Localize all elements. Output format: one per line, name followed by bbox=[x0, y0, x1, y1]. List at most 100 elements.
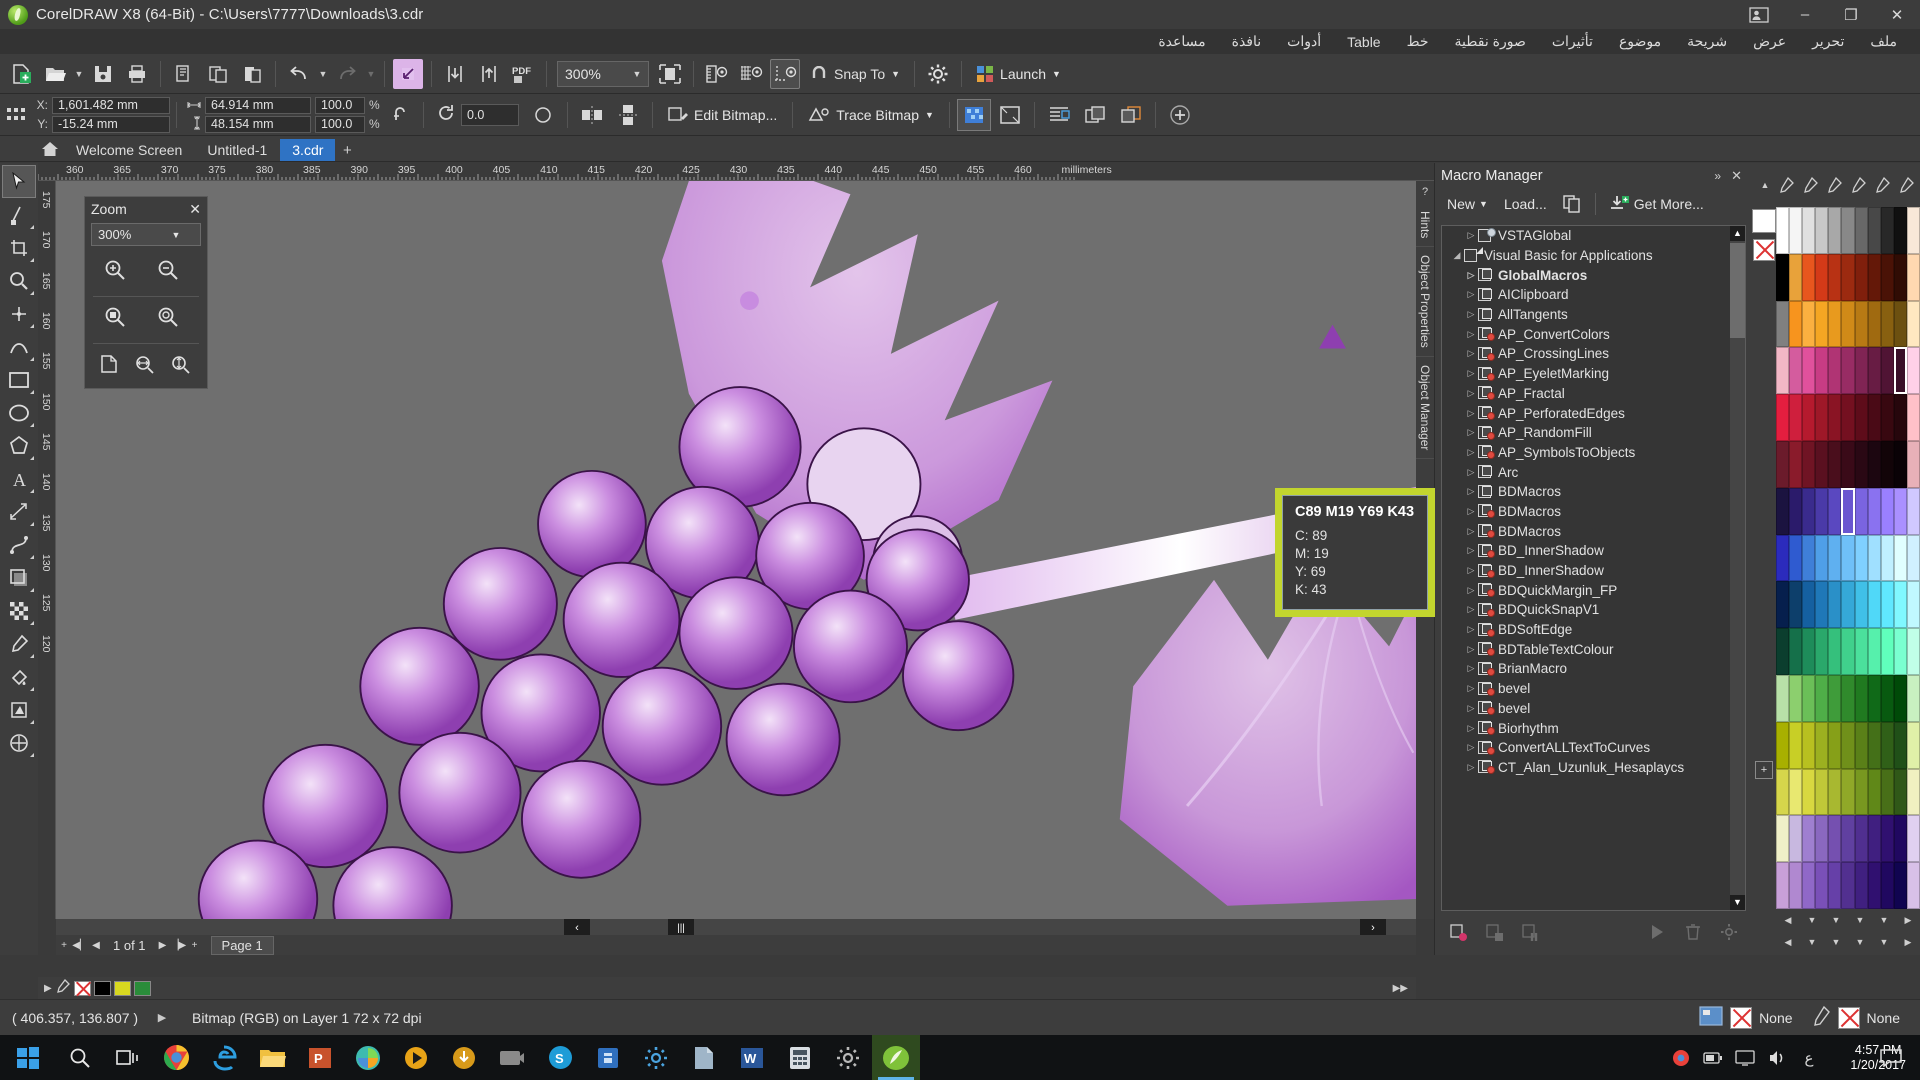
side-tab-hints[interactable]: Hints bbox=[1416, 203, 1434, 248]
macro-list-item[interactable]: ▷ AP_PerforatedEdges bbox=[1442, 403, 1745, 423]
macro-expand-arrow-icon[interactable]: ▷ bbox=[1464, 644, 1478, 655]
palette-swatch[interactable] bbox=[1802, 768, 1816, 816]
palette-swatch[interactable] bbox=[1880, 768, 1894, 816]
macro-expand-arrow-icon[interactable]: ▷ bbox=[1464, 289, 1478, 300]
macro-expand-arrow-icon[interactable]: ▷ bbox=[1464, 388, 1478, 399]
palette-swatch[interactable] bbox=[1815, 253, 1829, 301]
tool-interactive-fill[interactable] bbox=[2, 660, 36, 693]
macro-list-item[interactable]: ▷ AP_EyeletMarking bbox=[1442, 364, 1745, 384]
palette-down-6-icon[interactable]: ▼ bbox=[1824, 937, 1848, 947]
palette-swatch[interactable] bbox=[1828, 207, 1842, 254]
macro-expand-arrow-icon[interactable]: ▷ bbox=[1464, 585, 1478, 596]
new-document-icon[interactable] bbox=[6, 59, 36, 89]
palette-swatch[interactable] bbox=[1906, 768, 1920, 816]
palette-swatch[interactable] bbox=[1867, 768, 1881, 816]
palette-swatch[interactable] bbox=[1802, 300, 1816, 348]
palette-swatch[interactable] bbox=[1828, 534, 1842, 582]
trace-bitmap-button[interactable]: Trace Bitmap ▼ bbox=[799, 100, 943, 130]
palette-swatch[interactable] bbox=[1815, 628, 1829, 675]
ime-icon[interactable]: ع bbox=[1794, 1035, 1824, 1080]
palette-down-2-icon[interactable]: ▼ bbox=[1824, 915, 1848, 925]
store-icon[interactable] bbox=[584, 1035, 632, 1080]
palette-swatch[interactable] bbox=[1802, 721, 1816, 769]
zoom-in-icon[interactable] bbox=[93, 254, 137, 286]
edit-bitmap-button[interactable]: Edit Bitmap... bbox=[659, 100, 786, 130]
palette-swatch[interactable] bbox=[1854, 581, 1868, 629]
palette-swatch[interactable] bbox=[1854, 440, 1868, 488]
palette-swatch[interactable] bbox=[1802, 394, 1816, 441]
status-expand-icon[interactable]: ▶ bbox=[150, 1011, 174, 1024]
palette-swatch[interactable] bbox=[1841, 628, 1855, 675]
palette-swatch[interactable] bbox=[1828, 487, 1842, 535]
tool-pick[interactable] bbox=[2, 165, 36, 198]
macro-expand-arrow-icon[interactable]: ▷ bbox=[1464, 368, 1478, 379]
full-screen-preview-icon[interactable] bbox=[655, 59, 685, 89]
palette-swatch[interactable] bbox=[1828, 862, 1842, 909]
macro-list-item[interactable]: ▷ BD_InnerShadow bbox=[1442, 541, 1745, 561]
palette-swatch-grid[interactable] bbox=[1776, 207, 1920, 909]
palette-swatch[interactable] bbox=[1906, 628, 1920, 675]
word-icon[interactable]: W bbox=[728, 1035, 776, 1080]
macro-expand-arrow-icon[interactable]: ▷ bbox=[1464, 762, 1478, 773]
palette-swatch[interactable] bbox=[1802, 674, 1816, 722]
palette-swatch[interactable] bbox=[1906, 394, 1920, 441]
macro-expand-arrow-icon[interactable]: ▷ bbox=[1464, 565, 1478, 576]
macro-expand-arrow-icon[interactable]: ▷ bbox=[1464, 230, 1478, 241]
media-icon[interactable] bbox=[392, 1035, 440, 1080]
macro-expand-arrow-icon[interactable]: ▷ bbox=[1464, 486, 1478, 497]
macro-list-item[interactable]: ▷ Biorhythm bbox=[1442, 718, 1745, 738]
tool-text[interactable]: A bbox=[2, 462, 36, 495]
palette-swatch[interactable] bbox=[1906, 347, 1920, 395]
color-strip-none-swatch[interactable] bbox=[73, 980, 91, 996]
display-icon[interactable] bbox=[1730, 1035, 1760, 1080]
macro-list-item[interactable]: ▷ BDMacros bbox=[1442, 521, 1745, 541]
palette-swatch[interactable] bbox=[1789, 300, 1803, 348]
palette-eyedropper-icon[interactable] bbox=[1798, 173, 1822, 197]
scale-height-input[interactable]: 100.0 bbox=[315, 115, 365, 133]
snap-to-caret-icon[interactable]: ▼ bbox=[891, 69, 900, 79]
tab-3-cdr[interactable]: 3.cdr bbox=[280, 139, 336, 161]
tool-color-eyedropper[interactable] bbox=[2, 627, 36, 660]
y-position-input[interactable]: -15.24 mm bbox=[52, 115, 170, 133]
macro-list-item[interactable]: ▷ BD_InnerShadow bbox=[1442, 561, 1745, 581]
edge-icon[interactable] bbox=[200, 1035, 248, 1080]
palette-eyedropper-icon[interactable] bbox=[1894, 173, 1918, 197]
palette-next2-icon[interactable]: ▶ bbox=[1896, 937, 1920, 948]
zoom-palette-caret-icon[interactable]: ▼ bbox=[146, 230, 200, 240]
launch-button[interactable]: Launch ▼ bbox=[968, 60, 1069, 88]
tab-welcome-screen[interactable]: Welcome Screen bbox=[64, 139, 195, 161]
palette-swatch[interactable] bbox=[1906, 440, 1920, 488]
zoom-to-page-icon[interactable] bbox=[93, 348, 125, 380]
palette-swatch[interactable] bbox=[1906, 253, 1920, 301]
color-strip-yellow-swatch[interactable] bbox=[113, 980, 131, 996]
palette-swatch[interactable] bbox=[1789, 815, 1803, 863]
tool-shape[interactable] bbox=[2, 198, 36, 231]
undo-icon[interactable] bbox=[284, 59, 314, 89]
battery-icon[interactable] bbox=[1698, 1035, 1728, 1080]
palette-swatch[interactable] bbox=[1815, 347, 1829, 395]
copy-icon[interactable] bbox=[203, 59, 233, 89]
palette-swatch[interactable] bbox=[1854, 862, 1868, 909]
cut-icon[interactable] bbox=[169, 59, 199, 89]
x-position-input[interactable]: 1,601.482 mm bbox=[52, 96, 170, 114]
palette-eyedropper-icon[interactable] bbox=[1870, 173, 1894, 197]
minimize-button[interactable]: – bbox=[1782, 0, 1828, 29]
palette-swatch[interactable] bbox=[1789, 534, 1803, 582]
macro-list-item[interactable]: ▷ BDQuickMargin_FP bbox=[1442, 580, 1745, 600]
export-pdf-icon[interactable]: PDF bbox=[508, 59, 538, 89]
chrome-icon[interactable] bbox=[152, 1035, 200, 1080]
palette-swatch[interactable] bbox=[1828, 628, 1842, 675]
palette-swatch[interactable] bbox=[1828, 721, 1842, 769]
palette-swatch[interactable] bbox=[1867, 581, 1881, 629]
add-page-end-button[interactable]: + bbox=[187, 936, 203, 954]
paste-icon[interactable] bbox=[237, 59, 267, 89]
palette-swatch[interactable] bbox=[1815, 440, 1829, 488]
palette-swatch[interactable] bbox=[1906, 815, 1920, 863]
palette-swatch[interactable] bbox=[1776, 534, 1790, 582]
next-page-button[interactable]: ▶ bbox=[155, 936, 171, 954]
palette-swatch[interactable] bbox=[1776, 721, 1790, 769]
macro-list-item[interactable]: ▷ AIClipboard bbox=[1442, 285, 1745, 305]
palette-swatch[interactable] bbox=[1867, 394, 1881, 441]
settings-gear-icon[interactable] bbox=[632, 1035, 680, 1080]
macro-list-item[interactable]: ▷ VSTAGlobal bbox=[1442, 226, 1745, 246]
